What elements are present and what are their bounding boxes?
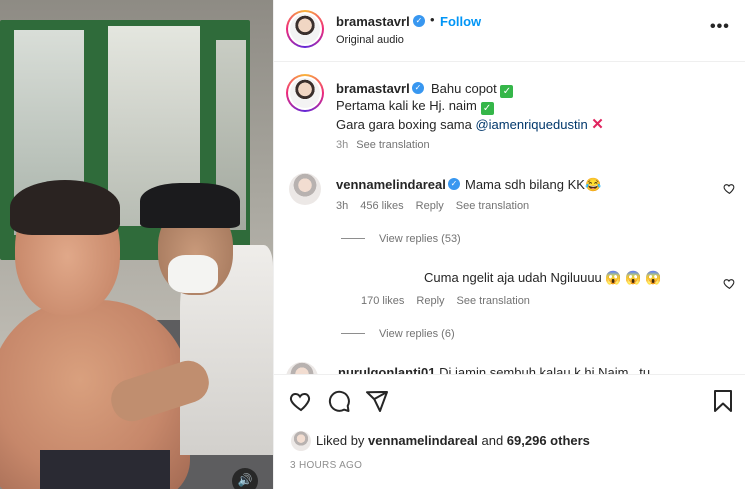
liked-by-text: Liked by vennamelindareal and 69,296 oth…: [316, 433, 590, 448]
video-person-hair: [10, 180, 120, 235]
header-separator: •: [430, 12, 435, 27]
avatar-inner: [288, 12, 322, 46]
view-replies-button[interactable]: View replies (53): [341, 233, 461, 245]
liked-by-avatar[interactable]: [291, 431, 311, 451]
check-emoji-icon: ✓: [480, 102, 494, 115]
follow-button[interactable]: Follow: [440, 14, 481, 29]
comment-avatar[interactable]: [289, 173, 321, 205]
comment-username[interactable]: vennamelindareal: [336, 177, 446, 192]
comment-username[interactable]: nurulqonlanti01: [338, 365, 436, 374]
comment-partial-text: nurulqonlanti01 Di jamin sembuh kalau k …: [338, 365, 650, 374]
see-translation-link[interactable]: See translation: [457, 295, 530, 307]
video-person-shorts: [40, 450, 170, 489]
avatar-inner: [288, 76, 322, 110]
author-avatar[interactable]: [286, 10, 324, 48]
liked-and: and: [477, 433, 507, 448]
post-timestamp: 3 HOURS AGO: [290, 460, 363, 471]
caption-line-2: Pertama kali ke Hj. naim ✓: [336, 98, 494, 115]
comment-likes[interactable]: 456 likes: [360, 200, 403, 212]
likes-count[interactable]: 69,296 others: [507, 433, 590, 448]
post-header: bramastavrl ✓ • Follow Original audio ••…: [274, 0, 745, 62]
caption-meta: 3h See translation: [336, 139, 430, 151]
comment-row-partial: nurulqonlanti01 Di jamin sembuh kalau k …: [286, 362, 726, 374]
liked-prefix: Liked by: [316, 433, 369, 448]
comment-text: Mama sdh bilang KK😂: [465, 177, 602, 192]
video-masseur-cap: [140, 183, 240, 228]
comment-likes[interactable]: 170 likes: [361, 295, 404, 307]
replies-dash: [341, 333, 365, 334]
verified-icon: ✓: [412, 82, 424, 94]
caption-text: Pertama kali ke Hj. naim: [336, 98, 477, 113]
heart-icon[interactable]: [723, 277, 736, 290]
caption-username[interactable]: bramastavrl: [336, 81, 410, 96]
comment-icon[interactable]: [327, 389, 351, 413]
post-panel: bramastavrl ✓ • Follow Original audio ••…: [273, 0, 745, 489]
share-icon[interactable]: [365, 389, 389, 413]
author-username[interactable]: bramastavrl: [336, 14, 410, 29]
check-emoji-icon: ✓: [500, 85, 514, 98]
caption-avatar[interactable]: [286, 74, 324, 112]
heart-icon[interactable]: [723, 182, 736, 195]
video-masseur-mask: [168, 255, 218, 293]
comment-time: 3h: [336, 200, 349, 212]
replies-dash: [341, 238, 365, 239]
mention-link[interactable]: @iamenriquedustin: [475, 117, 587, 132]
view-replies-label: View replies (53): [379, 233, 461, 245]
bookmark-icon[interactable]: [711, 389, 735, 413]
comment-meta: 170 likes Reply See translation: [361, 295, 542, 307]
avatar-image: [290, 78, 320, 108]
caption-text: Bahu copot: [431, 81, 497, 96]
verified-icon: ✓: [413, 15, 425, 27]
see-translation-link[interactable]: See translation: [456, 200, 529, 212]
comment-text: Cuma ngelit aja udah Ngiluuuu 😱 😱 😱: [424, 270, 662, 285]
liked-by-username[interactable]: vennamelindareal: [368, 433, 478, 448]
comment-text: Di jamin sembuh kalau k hj Naim...tu: [439, 365, 651, 374]
comment-avatar[interactable]: [286, 362, 318, 374]
caption-time: 3h: [336, 139, 349, 151]
verified-icon: ✓: [448, 178, 460, 190]
reply-button[interactable]: Reply: [416, 200, 444, 212]
sound-icon[interactable]: 🔊: [232, 468, 258, 489]
caption-line-3: Gara gara boxing sama @iamenriquedustin …: [336, 115, 604, 133]
original-audio-link[interactable]: Original audio: [336, 34, 404, 46]
see-translation-link[interactable]: See translation: [356, 139, 429, 151]
more-icon[interactable]: •••: [710, 18, 730, 36]
avatar-image: [290, 14, 320, 44]
post-video[interactable]: 🔊: [0, 0, 273, 489]
post-actions: Liked by vennamelindareal and 69,296 oth…: [274, 374, 745, 489]
view-replies-label: View replies (6): [379, 328, 455, 340]
caption-line-1: Bahu copot ✓: [431, 81, 514, 98]
comment-meta: 3h 456 likes Reply See translation: [336, 200, 541, 212]
heart-icon[interactable]: [289, 389, 313, 413]
caption-text: Gara gara boxing sama: [336, 117, 476, 132]
view-replies-button[interactable]: View replies (6): [341, 328, 455, 340]
reply-button[interactable]: Reply: [416, 295, 444, 307]
cross-emoji-icon: ✕: [591, 116, 604, 133]
